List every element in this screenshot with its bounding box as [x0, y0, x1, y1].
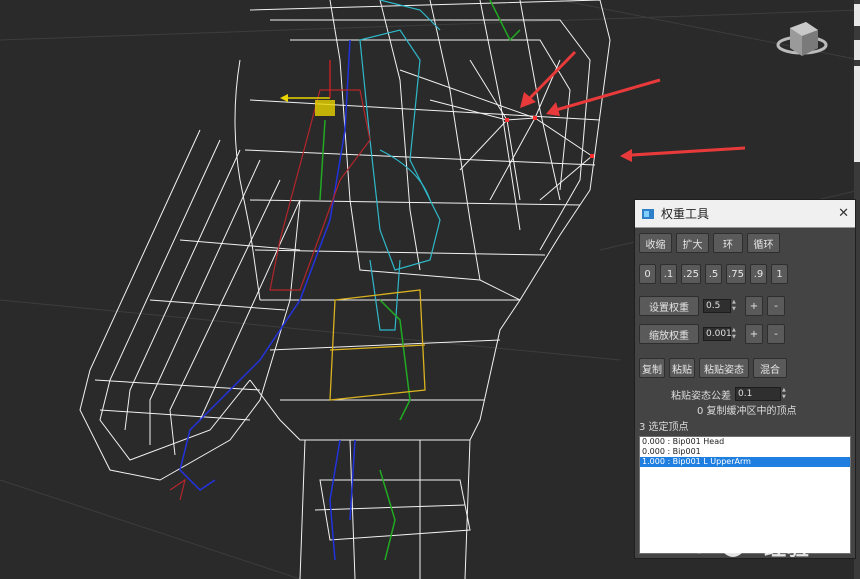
- copy-buffer-text: 0 复制缓冲区中的顶点: [697, 406, 797, 417]
- close-icon[interactable]: ✕: [838, 206, 849, 221]
- list-item[interactable]: 0.000 : Bip001: [640, 447, 850, 457]
- paste-tolerance-spinner[interactable]: 0.1 ▲ ▼: [735, 385, 789, 403]
- scale-weight-button[interactable]: 缩放权重: [639, 324, 699, 344]
- list-item[interactable]: 0.000 : Bip001 Head: [640, 437, 850, 447]
- watermark-text-right: 经验: [764, 536, 811, 561]
- selection-row: 收缩 扩大 环 循环: [639, 233, 780, 253]
- dialog-titlebar[interactable]: 权重工具 ✕: [635, 200, 855, 228]
- set-weight-row: 设置权重 0.5 ▲ ▼ + -: [639, 296, 785, 316]
- watermark-du: du: [746, 539, 761, 553]
- decrease-scale-button[interactable]: -: [767, 324, 785, 344]
- paste-tolerance-field[interactable]: 0.1: [735, 387, 781, 401]
- grow-button[interactable]: 扩大: [676, 233, 709, 253]
- copy-button[interactable]: 复制: [639, 358, 665, 378]
- watermark-text-left: Bai: [676, 533, 719, 559]
- paste-button[interactable]: 粘贴: [669, 358, 695, 378]
- weight-05-button[interactable]: .5: [705, 264, 722, 284]
- ring-button[interactable]: 环: [713, 233, 743, 253]
- spinner-arrows-icon[interactable]: ▲ ▼: [732, 299, 739, 313]
- weight-01-button[interactable]: .1: [660, 264, 677, 284]
- blend-button[interactable]: 混合: [753, 358, 787, 378]
- preset-weights-row: 0 .1 .25 .5 .75 .9 1: [639, 264, 788, 284]
- weight-tool-dialog: 权重工具 ✕ 收缩 扩大 环 循环 0 .1 .25 .5 .75 .9 1 设…: [634, 199, 856, 559]
- spinner-arrows-icon[interactable]: ▲ ▼: [732, 327, 739, 341]
- list-item-selected[interactable]: 1.000 : Bip001 L UpperArm: [640, 457, 850, 467]
- selected-count-row: 3 选定顶点: [639, 418, 689, 433]
- paste-tolerance-label: 粘贴姿态公差: [671, 390, 731, 402]
- weight-1-button[interactable]: 1: [771, 264, 788, 284]
- paw-icon: [721, 533, 746, 557]
- dialog-title: 权重工具: [661, 207, 710, 221]
- scale-weight-row: 缩放权重 0.001 ▲ ▼ + -: [639, 324, 785, 344]
- panel-segment: [854, 40, 860, 60]
- set-weight-button[interactable]: 设置权重: [639, 296, 699, 316]
- panel-segment: [854, 4, 860, 26]
- weight-09-button[interactable]: .9: [750, 264, 767, 284]
- copy-buffer-row: 0 复制缓冲区中的顶点: [697, 402, 797, 417]
- weight-075-button[interactable]: .75: [726, 264, 746, 284]
- increase-scale-button[interactable]: +: [745, 324, 763, 344]
- weight-025-button[interactable]: .25: [681, 264, 701, 284]
- selected-vertices-count: 3 选定顶点: [639, 422, 689, 433]
- loop-button[interactable]: 循环: [747, 233, 780, 253]
- clipboard-row: 复制 粘贴 粘贴姿态 混合: [639, 358, 787, 378]
- baidu-watermark: Bai du 经验: [676, 530, 810, 562]
- shrink-button[interactable]: 收缩: [639, 233, 672, 253]
- scale-weight-field[interactable]: 0.001: [703, 327, 732, 341]
- set-weight-field[interactable]: 0.5: [703, 299, 731, 313]
- decrease-weight-button[interactable]: -: [767, 296, 785, 316]
- spinner-arrows-icon[interactable]: ▲ ▼: [782, 387, 789, 401]
- app-icon: [642, 208, 654, 219]
- scale-weight-spinner[interactable]: 0.001 ▲ ▼: [703, 325, 739, 343]
- weight-0-button[interactable]: 0: [639, 264, 656, 284]
- set-weight-spinner[interactable]: 0.5 ▲ ▼: [703, 297, 739, 315]
- paste-pose-button[interactable]: 粘贴姿态: [699, 358, 749, 378]
- paste-tolerance-row: 粘贴姿态公差 0.1 ▲ ▼: [671, 385, 789, 403]
- panel-segment: [854, 66, 860, 162]
- increase-weight-button[interactable]: +: [745, 296, 763, 316]
